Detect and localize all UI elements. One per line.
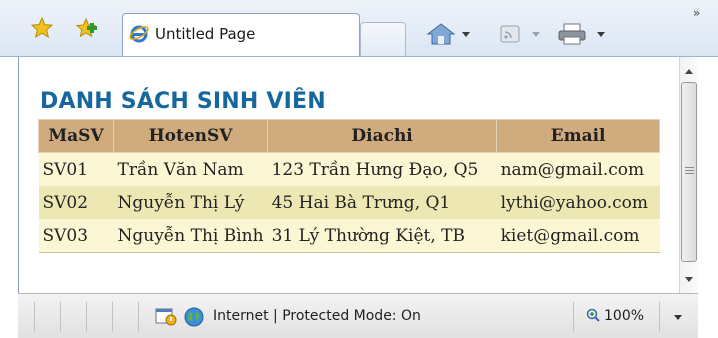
table-cell: kiet@gmail.com xyxy=(496,219,660,253)
status-divider xyxy=(138,302,139,332)
table-row: SV03 Nguyễn Thị Bình 31 Lý Thường Kiệt, … xyxy=(38,219,660,253)
page-title: DANH SÁCH SINH VIÊN xyxy=(40,89,326,114)
home-icon[interactable] xyxy=(426,22,456,46)
tab-untitled-page[interactable]: Untitled Page xyxy=(122,13,360,56)
table-cell: nam@gmail.com xyxy=(496,152,660,186)
zoom-level[interactable]: 100% xyxy=(604,308,644,324)
vertical-scrollbar[interactable] xyxy=(679,57,698,293)
table-cell: Nguyễn Thị Bình xyxy=(113,219,268,253)
table-cell: SV02 xyxy=(38,186,114,219)
table-row: SV01 Trần Văn Nam 123 Trần Hưng Đạo, Q5 … xyxy=(38,152,660,186)
zoom-dropdown-arrow[interactable] xyxy=(674,315,682,320)
status-divider xyxy=(86,302,87,332)
internet-globe-icon xyxy=(184,307,204,327)
grip-line xyxy=(685,167,694,168)
table-cell: 45 Hai Bà Trưng, Q1 xyxy=(267,186,497,219)
print-icon[interactable] xyxy=(555,22,589,46)
status-divider xyxy=(34,302,35,332)
ie-logo-icon xyxy=(129,25,149,43)
zoom-icon xyxy=(586,308,600,322)
window-edge xyxy=(698,57,718,337)
scroll-up-arrow[interactable] xyxy=(685,69,693,74)
table-cell: SV03 xyxy=(38,219,114,253)
column-header: Diachi xyxy=(267,119,498,153)
column-header: MaSV xyxy=(38,119,114,153)
status-divider xyxy=(60,302,61,332)
add-favorites-icon[interactable] xyxy=(75,17,97,39)
column-header: HotenSV xyxy=(112,119,269,153)
scroll-down-arrow[interactable] xyxy=(685,277,693,282)
security-zone-text[interactable]: Internet | Protected Mode: On xyxy=(213,308,421,324)
new-tab-button[interactable] xyxy=(360,22,406,56)
student-table: MaSV HotenSV Diachi Email SV01 Trần Văn … xyxy=(38,119,661,253)
feeds-icon[interactable] xyxy=(495,22,525,46)
browser-toolbar: Untitled Page » xyxy=(0,0,718,57)
table-header-row: MaSV HotenSV Diachi Email xyxy=(38,119,661,153)
status-bar: Internet | Protected Mode: On 100% xyxy=(18,293,698,338)
column-header: Email xyxy=(496,119,661,153)
grip-line xyxy=(685,173,694,174)
table-cell: Nguyễn Thị Lý xyxy=(113,186,268,219)
page-viewport: DANH SÁCH SINH VIÊN MaSV HotenSV Diachi … xyxy=(18,57,680,293)
grip-line xyxy=(685,170,694,171)
status-divider xyxy=(573,302,574,332)
table-cell: 31 Lý Thường Kiệt, TB xyxy=(267,219,497,253)
print-dropdown-arrow[interactable] xyxy=(597,32,605,37)
status-divider xyxy=(659,302,660,332)
table-cell: Trần Văn Nam xyxy=(113,152,268,186)
table-cell: 123 Trần Hưng Đạo, Q5 xyxy=(267,152,497,186)
tab-title: Untitled Page xyxy=(155,25,256,43)
chevron-right-icon[interactable]: » xyxy=(693,6,700,20)
table-cell: lythi@yahoo.com xyxy=(496,186,660,219)
feeds-dropdown-arrow[interactable] xyxy=(532,32,540,37)
table-row: SV02 Nguyễn Thị Lý 45 Hai Bà Trưng, Q1 l… xyxy=(38,186,660,219)
status-divider xyxy=(112,302,113,332)
scroll-thumb[interactable] xyxy=(681,82,697,262)
favorites-star-icon[interactable] xyxy=(31,17,53,39)
protected-mode-icon[interactable] xyxy=(155,306,177,326)
table-cell: SV01 xyxy=(38,152,114,186)
home-dropdown-arrow[interactable] xyxy=(462,32,470,37)
